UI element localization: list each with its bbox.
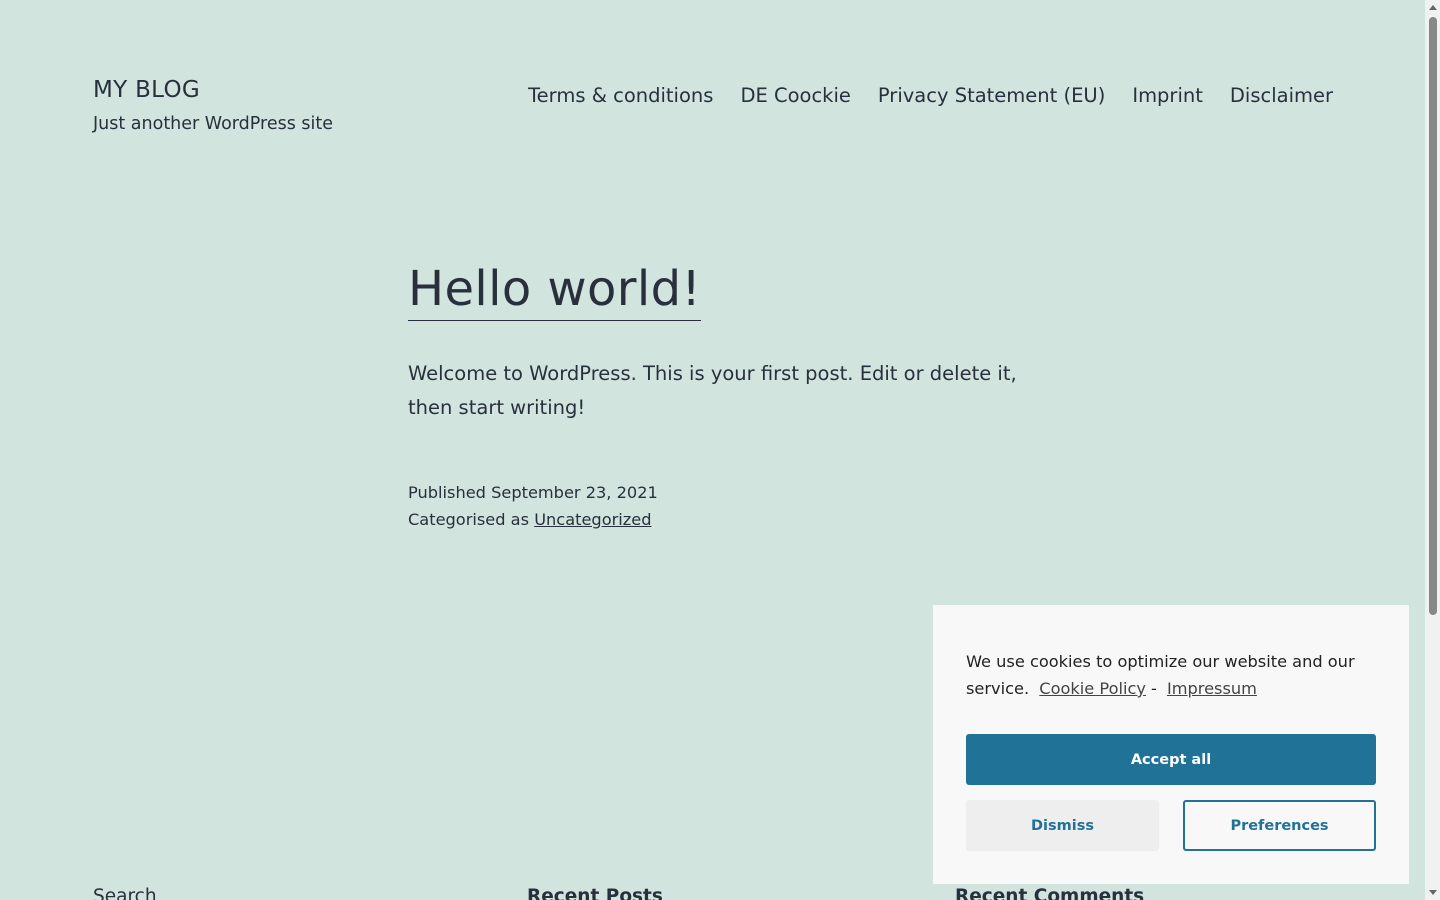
vertical-scrollbar[interactable]	[1425, 0, 1440, 900]
site-branding: MY BLOG Just another WordPress site	[93, 74, 333, 135]
nav-item-imprint[interactable]: Imprint	[1132, 82, 1203, 110]
nav-item-de-cookie[interactable]: DE Coockie	[740, 82, 850, 110]
post: Hello world! Welcome to WordPress. This …	[408, 258, 1028, 533]
scrollbar-thumb[interactable]	[1429, 17, 1437, 615]
post-published: Published September 23, 2021	[408, 479, 1028, 506]
cookie-banner: We use cookies to optimize our website a…	[933, 605, 1409, 884]
post-meta: Published September 23, 2021 Categorised…	[408, 479, 1028, 533]
cookie-message-text: We use cookies to optimize our website a…	[966, 652, 1355, 698]
post-title[interactable]: Hello world!	[408, 258, 702, 321]
post-category: Categorised as Uncategorized	[408, 506, 1028, 533]
published-label: Published	[408, 483, 486, 502]
nav-item-privacy-statement[interactable]: Privacy Statement (EU)	[878, 82, 1105, 110]
accept-all-button[interactable]: Accept all	[966, 734, 1376, 785]
page: MY BLOG Just another WordPress site Term…	[0, 0, 1425, 900]
site-tagline: Just another WordPress site	[93, 114, 334, 134]
impressum-link[interactable]: Impressum	[1167, 679, 1257, 698]
scroll-up-arrow-icon[interactable]	[1425, 0, 1440, 15]
nav-item-disclaimer[interactable]: Disclaimer	[1230, 82, 1333, 110]
category-link[interactable]: Uncategorized	[534, 510, 651, 529]
category-label: Categorised as	[408, 510, 530, 529]
widget-title-search: Search	[93, 886, 157, 900]
cookie-policy-link[interactable]: Cookie Policy	[1039, 679, 1146, 698]
scroll-down-arrow-icon[interactable]	[1425, 885, 1440, 900]
widget-title-recent-posts: Recent Posts	[527, 886, 663, 900]
dismiss-button[interactable]: Dismiss	[966, 800, 1159, 851]
site-title[interactable]: MY BLOG	[93, 74, 333, 106]
widget-title-recent-comments: Recent Comments	[955, 886, 1145, 900]
link-separator: -	[1150, 679, 1157, 698]
cookie-message: We use cookies to optimize our website a…	[966, 648, 1376, 702]
post-content: Welcome to WordPress. This is your first…	[408, 362, 1017, 419]
nav-item-terms[interactable]: Terms & conditions	[528, 82, 713, 110]
primary-nav: Terms & conditions DE Coockie Privacy St…	[528, 82, 1333, 110]
preferences-button[interactable]: Preferences	[1183, 800, 1376, 851]
published-date: September 23, 2021	[491, 483, 658, 502]
